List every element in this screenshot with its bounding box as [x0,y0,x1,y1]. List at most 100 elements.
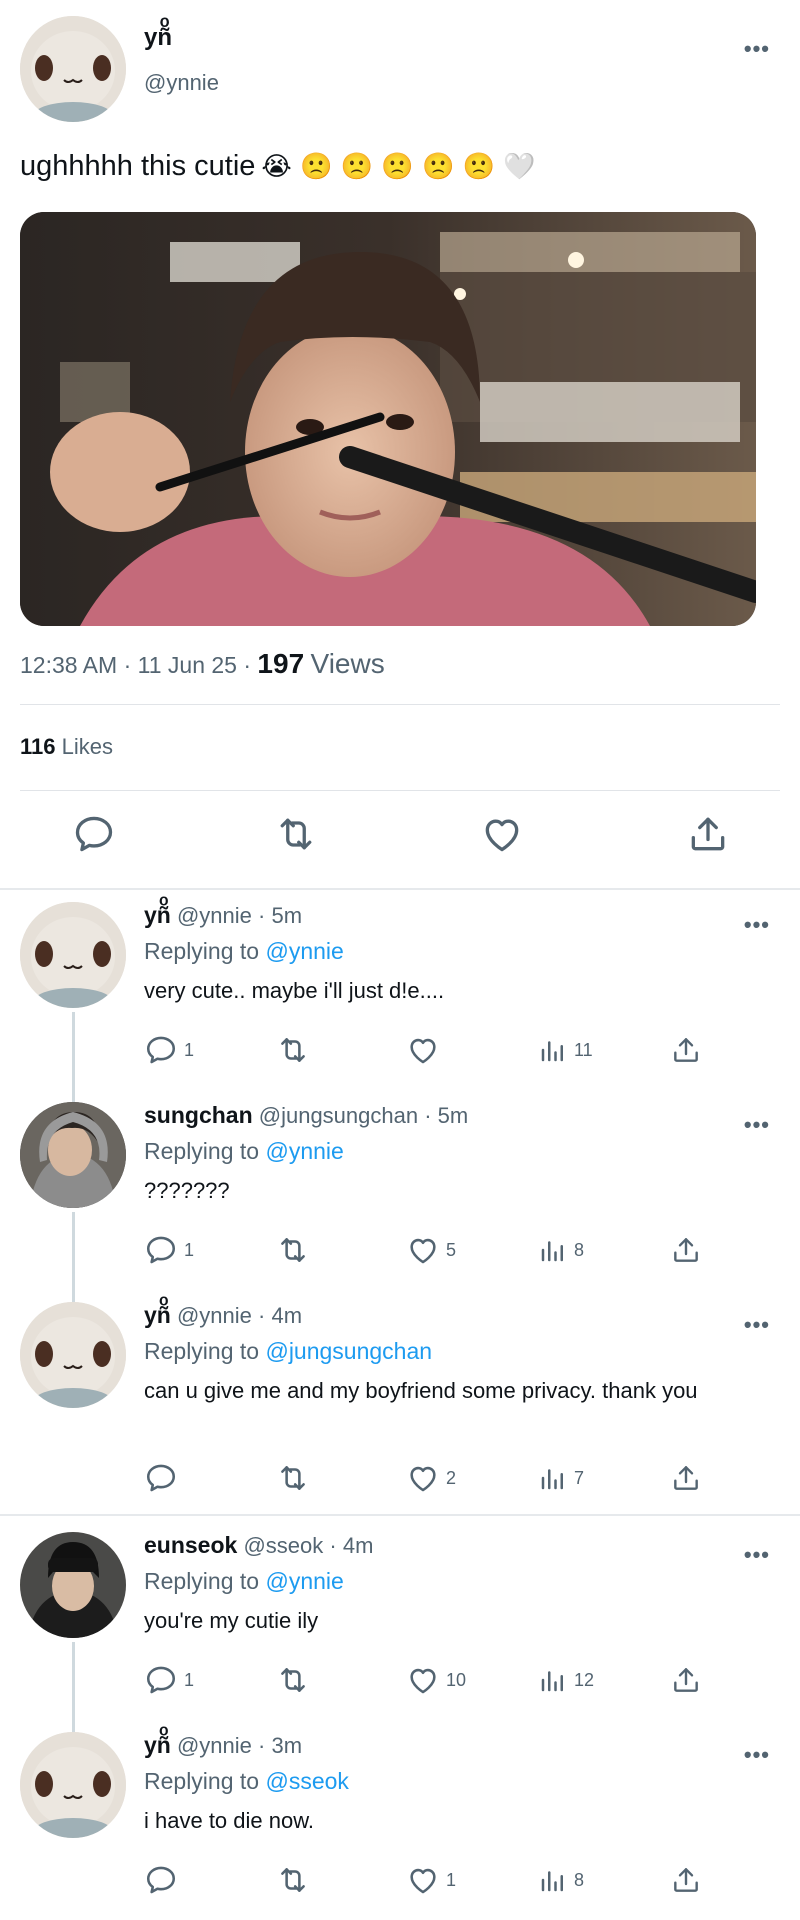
reply-item[interactable]: eunseok @sseok · 4m ••• Replying to @ynn… [0,1522,800,1728]
views-button[interactable]: 11 [538,1032,593,1068]
retweet-button[interactable] [276,1460,310,1496]
reply-text: can u give me and my boyfriend some priv… [144,1378,698,1403]
like-count: 2 [446,1467,457,1488]
reply-icon [144,1461,178,1495]
reply-text: very cute.. maybe i'll just d!e.... [144,978,445,1003]
avatar[interactable] [20,1532,126,1638]
more-icon[interactable]: ••• [744,912,770,938]
mention-link[interactable]: @sseok [265,1768,348,1794]
like-button[interactable]: 5 [406,1232,456,1268]
retweet-button[interactable] [274,812,318,856]
reply-item[interactable]: yñͦ @ynnie · 5m ••• Replying to @ynnie … [0,892,800,1098]
mention-link[interactable]: @ynnie [265,1568,343,1594]
reply-button[interactable] [144,1862,184,1898]
more-icon[interactable]: ••• [744,36,770,62]
reply-icon [72,812,116,856]
mention-link[interactable]: @ynnie [265,938,343,964]
likes-summary[interactable]: 116 Likes [20,734,113,760]
retweet-icon [274,812,318,856]
tweet-date[interactable]: 11 Jun 25 [138,652,237,678]
reply-item[interactable]: yñͦ @ynnie · 3m ••• Replying to @sseok … [0,1706,800,1920]
share-button[interactable] [670,1460,702,1496]
reply-icon [144,1863,178,1897]
avatar[interactable] [20,902,126,1008]
like-button[interactable]: 1 [406,1862,456,1898]
reply-button[interactable]: 1 [144,1232,194,1268]
mention-link[interactable]: @ynnie [265,1138,343,1164]
replying-label: Replying to [144,938,260,964]
views-button[interactable]: 8 [538,1232,584,1268]
display-name[interactable]: yñͦ [144,902,171,928]
heart-icon [406,1663,440,1697]
more-icon[interactable]: ••• [744,1742,770,1768]
photo-image [20,212,756,626]
avatar[interactable] [20,1732,126,1838]
reply-item[interactable]: sungchan @jungsungchan · 5m ••• Replying… [0,1076,800,1292]
share-button[interactable] [670,1232,702,1268]
reply-time: · 5m [258,903,303,928]
avatar[interactable] [20,1302,126,1408]
display-name[interactable]: yñͦ [144,24,172,52]
view-count: 8 [574,1869,585,1890]
retweet-button[interactable] [276,1662,310,1698]
retweet-button[interactable] [276,1232,310,1268]
view-count: 8 [574,1239,585,1260]
replying-label: Replying to [144,1338,260,1364]
divider [20,704,780,705]
like-button[interactable]: 2 [406,1460,456,1496]
heart-icon [406,1461,440,1495]
user-handle[interactable]: @ynnie [177,1733,252,1758]
tweet-text: ughhhhh this cutie 😭 🙁 🙁 🙁 🙁 🙁 🤍 [20,150,536,183]
tweet-photo[interactable] [20,212,756,626]
replying-to: Replying to @ynnie [144,1138,344,1165]
reply-header: yñͦ @ynnie · 4m [144,1302,302,1329]
reply-header: eunseok @sseok · 4m [144,1532,373,1559]
retweet-button[interactable] [276,1862,310,1898]
views-button[interactable]: 7 [538,1460,584,1496]
user-handle[interactable]: @jungsungchan [259,1103,418,1128]
more-icon[interactable]: ••• [744,1112,770,1138]
heart-icon [406,1863,440,1897]
like-button[interactable]: 10 [406,1662,466,1698]
retweet-icon [276,1033,310,1067]
mention-link[interactable]: @jungsungchan [265,1338,432,1364]
reply-text: ??????? [144,1178,230,1203]
views-count: 197 [257,648,305,679]
reply-item[interactable]: yñͦ @ynnie · 4m ••• Replying to @jungsu… [0,1276,800,1512]
like-button[interactable] [480,812,524,856]
share-button[interactable] [686,812,730,856]
view-count: 7 [574,1467,585,1488]
views-button[interactable]: 8 [538,1862,584,1898]
share-button[interactable] [670,1862,702,1898]
reply-button[interactable]: 1 [144,1662,194,1698]
retweet-icon [276,1233,310,1267]
user-handle[interactable]: @ynnie [177,1303,252,1328]
display-name[interactable]: yñͦ [144,1732,171,1758]
user-handle[interactable]: @ynnie [177,903,252,928]
avatar[interactable] [20,1102,126,1208]
reply-button[interactable] [144,1460,184,1496]
avatar[interactable] [20,16,126,122]
display-name[interactable]: sungchan [144,1102,253,1128]
display-name[interactable]: yñͦ [144,1302,171,1328]
replying-label: Replying to [144,1768,260,1794]
reply-button[interactable] [72,812,116,856]
plush-avatar-icon [20,1302,126,1408]
more-icon[interactable]: ••• [744,1312,770,1338]
reply-icon [144,1233,178,1267]
display-name[interactable]: eunseok [144,1532,237,1558]
reply-button[interactable]: 1 [144,1032,194,1068]
views-button[interactable]: 12 [538,1662,594,1698]
more-icon[interactable]: ••• [744,1542,770,1568]
views-icon [538,1865,568,1895]
user-handle[interactable]: @ynnie [144,70,219,96]
retweet-icon [276,1461,310,1495]
share-button[interactable] [670,1662,702,1698]
tweet-emojis: 😭 🙁 🙁 🙁 🙁 🙁 🤍 [261,151,536,182]
tweet-time[interactable]: 12:38 AM [20,652,117,678]
retweet-button[interactable] [276,1032,310,1068]
user-handle[interactable]: @sseok [243,1533,323,1558]
share-button[interactable] [670,1032,702,1068]
like-button[interactable] [406,1032,446,1068]
replying-to: Replying to @ynnie [144,938,344,965]
